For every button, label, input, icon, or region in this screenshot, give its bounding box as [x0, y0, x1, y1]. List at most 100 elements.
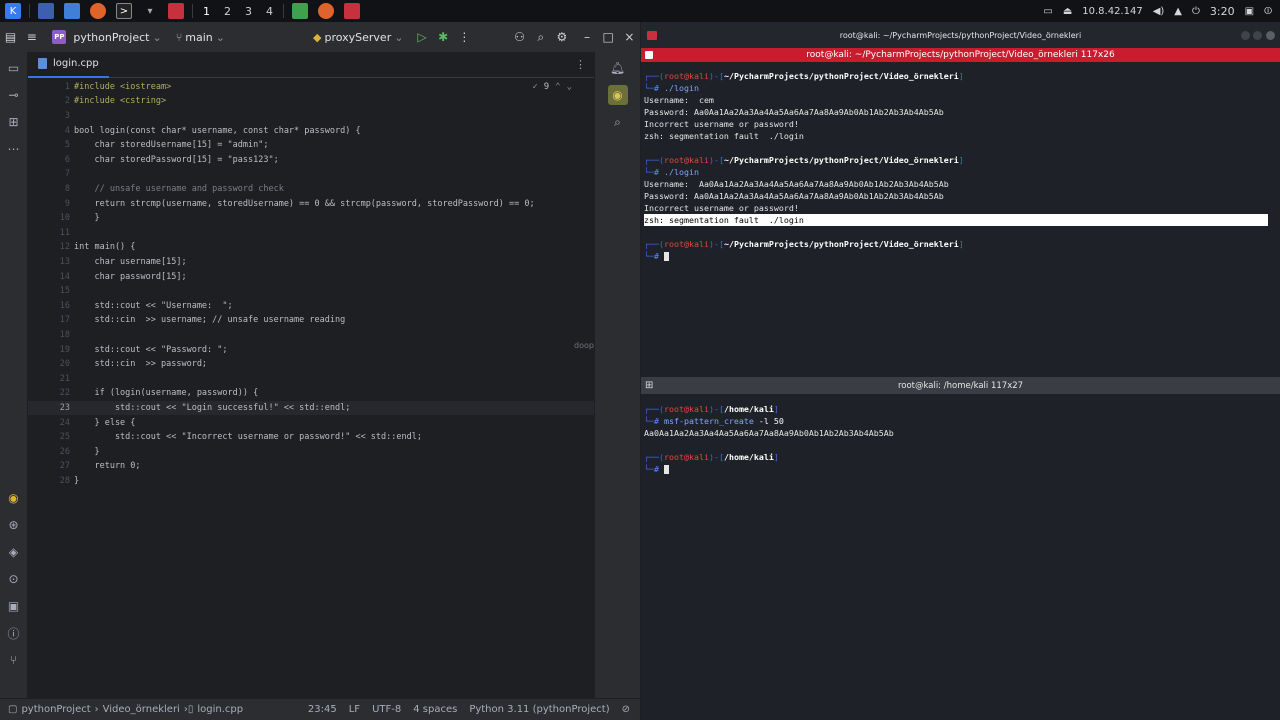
notifications-icon[interactable]: 🔔︎	[608, 58, 628, 78]
python-interpreter[interactable]: Python 3.11 (pythonProject)	[469, 704, 609, 715]
search-icon[interactable]: ⌕	[532, 26, 549, 48]
code-line[interactable]: 11	[28, 226, 594, 241]
indent-setting[interactable]: 4 spaces	[413, 704, 457, 715]
line-number: 18	[59, 329, 70, 340]
command-args: -l 50	[753, 416, 784, 426]
code-editor[interactable]: ✓ 9 ⌃ ⌄ 1 #include <iostream> 2 #include <c…	[28, 78, 594, 698]
files-icon[interactable]	[64, 3, 80, 19]
code-line[interactable]: 26 }	[28, 445, 594, 460]
python-packages-icon[interactable]: ◉	[4, 488, 24, 508]
workspace-1[interactable]: 1	[196, 5, 217, 18]
code-line[interactable]: 9 return strcmp(username, storedUsername…	[28, 196, 594, 211]
code-line[interactable]: 2 #include <cstring>	[28, 94, 594, 109]
code-line[interactable]: 25 std::cout << "Incorrect username or p…	[28, 430, 594, 445]
output-line: Username: cem	[644, 95, 714, 105]
code-line[interactable]: 21	[28, 372, 594, 387]
problems-icon[interactable]: ⓘ	[4, 623, 24, 643]
volume-icon[interactable]: ◀)	[1153, 6, 1165, 17]
code-line[interactable]: 22 if (login(username, password)) {	[28, 386, 594, 401]
code-line[interactable]: 24 } else {	[28, 415, 594, 430]
lock-icon[interactable]: ⊘	[622, 704, 630, 715]
run-config-selector[interactable]: ◆ proxyServer ⌄	[309, 31, 407, 44]
more-tools-icon[interactable]: ⋯	[4, 139, 24, 159]
terminal-window-bottom[interactable]: ⊞ root@kali: /home/kali 117x27 ┌──(root@…	[641, 377, 1280, 720]
code-line[interactable]: 10 }	[28, 211, 594, 226]
lock-icon[interactable]: ▣	[1245, 6, 1254, 17]
git-icon[interactable]: ⑂	[4, 650, 24, 670]
power-icon[interactable]: ⏻	[1192, 6, 1200, 17]
terminal-tool-icon[interactable]: ▣	[4, 596, 24, 616]
minimize-icon[interactable]: –	[578, 26, 595, 48]
services-icon[interactable]: ⊙	[4, 569, 24, 589]
code-text: std::cin >> username; // unsafe username…	[74, 315, 346, 326]
firefox-icon[interactable]	[90, 3, 106, 19]
code-line[interactable]: 12 int main() {	[28, 240, 594, 255]
hamburger-menu-icon[interactable]: ≡	[23, 26, 40, 48]
code-line[interactable]: 8 // unsafe username and password check	[28, 182, 594, 197]
project-switcher[interactable]: PP pythonProject ⌄	[48, 30, 165, 44]
structure-icon[interactable]: ⊞	[4, 112, 24, 132]
network-icon[interactable]: ⏏	[1063, 6, 1072, 17]
minimize-icon[interactable]	[1241, 30, 1250, 40]
code-line[interactable]: 16 std::cout << "Username: ";	[28, 299, 594, 314]
maximize-icon[interactable]: □	[600, 26, 617, 48]
code-line[interactable]: 28}	[28, 474, 594, 489]
line-number: 27	[59, 461, 70, 472]
code-line[interactable]: 3	[28, 109, 594, 124]
project-tool-icon[interactable]: ▭	[4, 58, 24, 78]
code-line[interactable]: 17 std::cin >> username; // unsafe usern…	[28, 313, 594, 328]
logout-icon[interactable]: ⏼	[1264, 6, 1272, 17]
code-text: std::cin >> password;	[74, 359, 208, 370]
pycharm-task-icon[interactable]	[292, 3, 308, 19]
line-separator[interactable]: LF	[349, 704, 360, 715]
sciview-icon[interactable]: ⌕	[608, 112, 628, 132]
settings-icon[interactable]: ⚙	[553, 26, 570, 48]
breadcrumb-folder[interactable]: Video_örnekleri	[99, 704, 184, 715]
workspace-3[interactable]: 3	[238, 5, 259, 18]
breadcrumb-project[interactable]: pythonProject	[17, 704, 94, 715]
commit-icon[interactable]: ⊸	[4, 85, 24, 105]
workspace-2[interactable]: 2	[217, 5, 238, 18]
maximize-icon[interactable]	[1253, 30, 1262, 40]
code-line[interactable]: 23 std::cout << "Login successful!" << s…	[28, 400, 594, 416]
more-actions-icon[interactable]: ⋮	[456, 26, 473, 48]
close-icon[interactable]: ×	[621, 26, 638, 48]
python-console-icon[interactable]: ⊛	[4, 515, 24, 535]
code-line[interactable]: 14 char password[15];	[28, 269, 594, 284]
add-user-icon[interactable]: ⚇	[511, 26, 528, 48]
breadcrumb-file[interactable]: login.cpp	[193, 704, 247, 715]
code-line[interactable]: 6 char storedPassword[15] = "pass123";	[28, 153, 594, 168]
close-icon[interactable]	[1266, 30, 1275, 40]
code-line[interactable]: 19 std::cout << "Password: ";	[28, 342, 594, 357]
code-line[interactable]: 4 bool login(const char* username, const …	[28, 123, 594, 138]
code-line[interactable]: 27 return 0;	[28, 459, 594, 474]
branch-switcher[interactable]: ⑂ main ⌄	[172, 31, 229, 44]
desktop-icon[interactable]	[38, 3, 54, 19]
kali-menu-icon[interactable]: K	[5, 3, 21, 19]
chevron-down-icon[interactable]: ▾	[142, 3, 158, 19]
project-files-icon[interactable]: ▤	[2, 26, 19, 48]
code-line[interactable]: 15	[28, 284, 594, 299]
run-icon[interactable]: ▷	[413, 26, 430, 48]
layers-icon[interactable]: ◈	[4, 542, 24, 562]
tab-menu-icon[interactable]: ⋮	[575, 58, 586, 71]
code-line[interactable]: 18	[28, 328, 594, 343]
file-encoding[interactable]: UTF-8	[372, 704, 401, 715]
firefox-task-icon[interactable]	[318, 3, 334, 19]
terminal-window-top[interactable]: root@kali: ~/PycharmProjects/pythonProje…	[641, 22, 1280, 377]
code-line[interactable]: 20 std::cin >> password;	[28, 357, 594, 372]
tab-login-cpp[interactable]: login.cpp	[28, 52, 109, 78]
debug-icon[interactable]: ✱	[435, 26, 452, 48]
terminal-icon[interactable]: >	[116, 3, 132, 19]
notification-icon[interactable]: ▲	[1174, 6, 1182, 17]
app-icon[interactable]	[168, 3, 184, 19]
code-line[interactable]: 7	[28, 167, 594, 182]
ai-assistant-icon[interactable]: ◉	[607, 85, 628, 105]
code-line[interactable]: 5 char storedUsername[15] = "admin";	[28, 138, 594, 153]
workspace-4[interactable]: 4	[259, 5, 280, 18]
terminal-task-icon[interactable]	[344, 3, 360, 19]
cursor-position[interactable]: 23:45	[308, 704, 337, 715]
display-icon[interactable]: ▭	[1043, 6, 1052, 17]
code-line[interactable]: 1 #include <iostream>	[28, 80, 594, 95]
code-line[interactable]: 13 char username[15];	[28, 255, 594, 270]
